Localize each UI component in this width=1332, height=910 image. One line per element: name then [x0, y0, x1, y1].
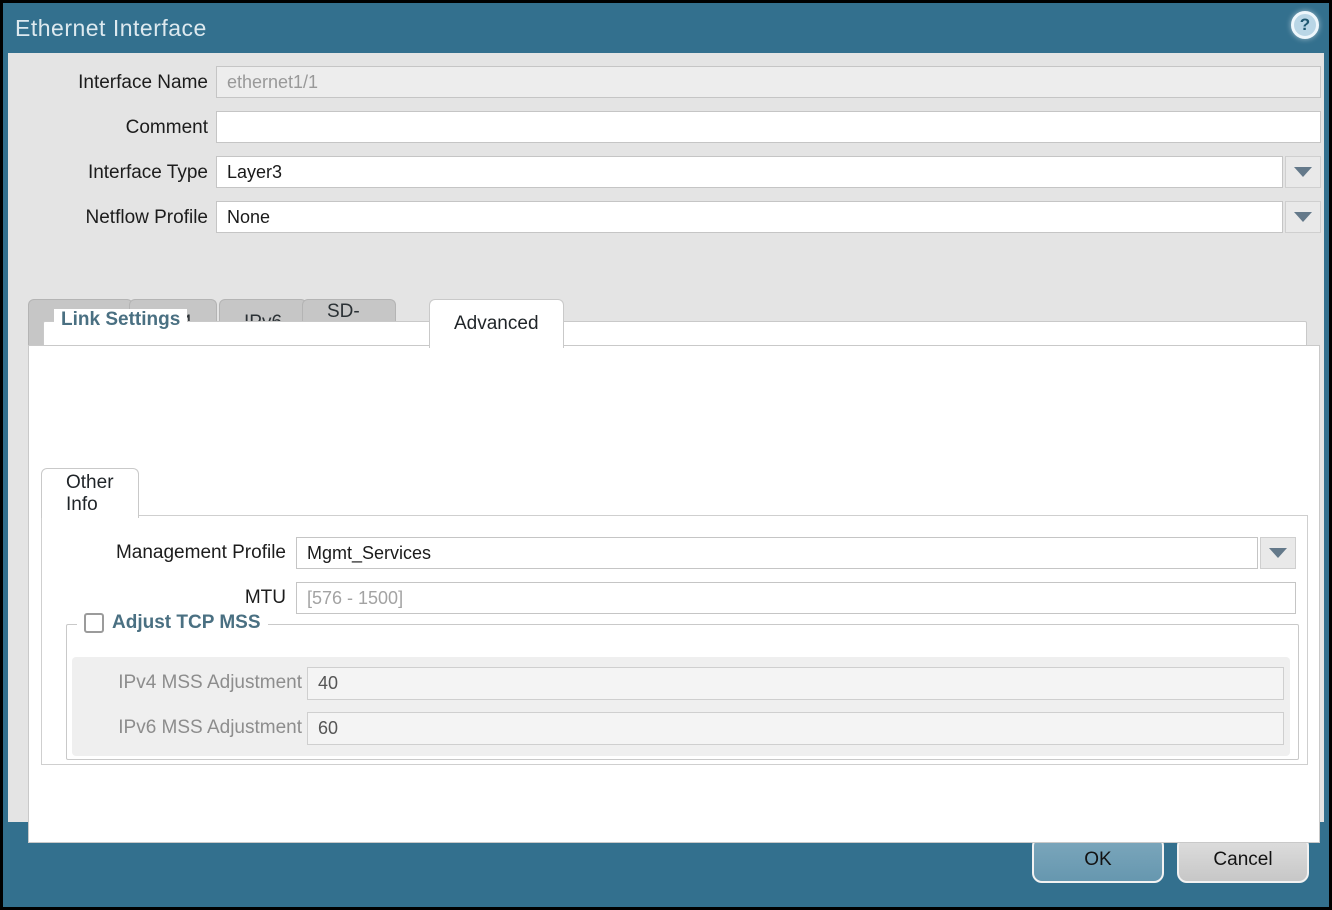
ok-button[interactable]: OK	[1032, 836, 1164, 883]
mss-disabled-group: IPv4 MSS Adjustment IPv6 MSS Adjustment	[72, 657, 1290, 756]
ipv6-mss-adjustment-field	[307, 712, 1284, 745]
management-profile-label: Management Profile	[87, 537, 286, 569]
title-bar: Ethernet Interface	[3, 3, 1329, 53]
adjust-tcp-mss-legend-text: Adjust TCP MSS	[112, 612, 261, 634]
chevron-down-icon	[1294, 167, 1312, 177]
management-profile-dropdown[interactable]	[296, 537, 1296, 569]
ipv4-mss-adjustment-label: IPv4 MSS Adjustment	[102, 667, 302, 699]
interface-type-dropdown[interactable]	[216, 156, 1321, 188]
interface-type-dropdown-button[interactable]	[1285, 156, 1321, 188]
interface-type-label: Interface Type	[8, 157, 208, 189]
netflow-profile-value[interactable]	[216, 201, 1283, 233]
dialog-title: Ethernet Interface	[15, 15, 207, 42]
mtu-field[interactable]	[296, 582, 1296, 614]
link-settings-legend-text: Link Settings	[61, 309, 180, 331]
management-profile-dropdown-button[interactable]	[1260, 537, 1296, 569]
cancel-button[interactable]: Cancel	[1177, 836, 1309, 883]
adjust-tcp-mss-fieldset: Adjust TCP MSS IPv4 MSS Adjustment IPv6 …	[66, 624, 1299, 760]
netflow-profile-dropdown-button[interactable]	[1285, 201, 1321, 233]
ipv4-mss-adjustment-field	[307, 667, 1284, 700]
chevron-down-icon	[1269, 548, 1287, 558]
mtu-label: MTU	[87, 582, 286, 614]
dialog-body: Interface Name Comment Interface Type Ne…	[8, 53, 1324, 825]
adjust-tcp-mss-checkbox[interactable]	[84, 613, 104, 633]
comment-label: Comment	[8, 112, 208, 144]
chevron-down-icon	[1294, 212, 1312, 222]
dialog-chrome: Ethernet Interface ? Interface Name Comm…	[3, 3, 1329, 907]
tab-advanced[interactable]: Advanced	[429, 299, 564, 348]
link-settings-legend: Link Settings	[54, 309, 187, 331]
adjust-tcp-mss-legend: Adjust TCP MSS	[77, 612, 268, 634]
interface-name-label: Interface Name	[8, 67, 208, 99]
netflow-profile-label: Netflow Profile	[8, 202, 208, 234]
interface-name-field	[216, 66, 1321, 98]
management-profile-value[interactable]	[296, 537, 1258, 569]
interface-type-value[interactable]	[216, 156, 1283, 188]
ipv6-mss-adjustment-label: IPv6 MSS Adjustment	[102, 712, 302, 744]
netflow-profile-dropdown[interactable]	[216, 201, 1321, 233]
help-glyph: ?	[1300, 15, 1310, 35]
help-icon[interactable]: ?	[1291, 11, 1319, 39]
other-info-tab-panel: Management Profile MTU Adjust TCP	[41, 515, 1308, 765]
ethernet-interface-dialog: Ethernet Interface ? Interface Name Comm…	[0, 0, 1332, 910]
comment-field[interactable]	[216, 111, 1321, 143]
tab-other-info[interactable]: Other Info	[41, 468, 139, 518]
